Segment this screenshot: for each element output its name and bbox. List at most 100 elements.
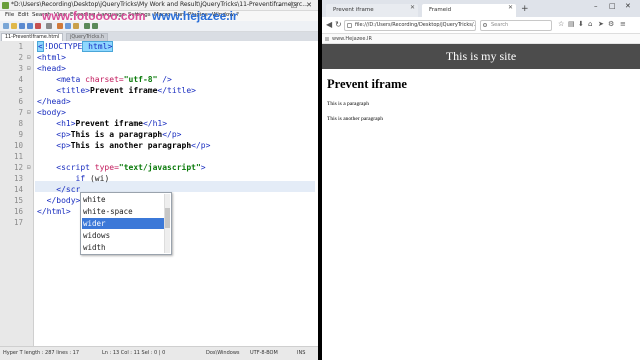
line-number: 16 xyxy=(13,207,23,216)
bookmark-hejazee[interactable]: www.Hejazee.IR xyxy=(332,36,372,42)
code-line: <head> xyxy=(37,64,66,73)
code-line: <script type="text/javascript"> xyxy=(56,163,206,172)
page-heading: Prevent iframe xyxy=(327,77,407,91)
code-line: <p>This is a paragraph</p> xyxy=(56,130,182,139)
status-length: Hyper T length : 287 lines : 17 xyxy=(3,350,80,356)
new-file-icon[interactable] xyxy=(3,23,9,29)
maximize-icon[interactable]: □ xyxy=(609,2,616,10)
editor-window: *D:\Users\Recording\Desktop\jQueryTricks… xyxy=(0,0,318,360)
code-area[interactable]: <!DOCTYPE html> <html> <head> <meta char… xyxy=(35,41,318,346)
fold-marker-icon[interactable]: ⊟ xyxy=(27,109,31,116)
code-line: <meta charset="utf-8" /> xyxy=(56,75,172,84)
autocomplete-list[interactable]: white white-space wider widows width xyxy=(80,192,172,255)
editor-title: *D:\Users\Recording\Desktop\jQueryTricks… xyxy=(11,1,308,8)
download-icon[interactable]: ⬇ xyxy=(578,20,584,28)
browser-tab-frameid[interactable]: Frameid xyxy=(422,4,516,17)
watermark-text: www.fotoooo.com xyxy=(42,9,146,23)
editor-tab-bar: 11-PreventIframe.html jQueryTricks.h xyxy=(0,32,318,41)
line-number: 7 xyxy=(18,108,23,117)
site-banner: This is my site xyxy=(322,44,640,69)
browser-tab-strip: Prevent iframe ✕ Frameid ✕ + – □ ✕ xyxy=(322,0,640,17)
copy-icon[interactable] xyxy=(65,23,71,29)
code-line: <title>Prevent iframe</title> xyxy=(56,86,196,95)
tab-prevent-iframe[interactable]: 11-PreventIframe.html xyxy=(1,33,64,41)
menu-icon[interactable]: ≡ xyxy=(620,20,626,28)
browser-nav-bar: ◀ ↻ file:///D:/Users/Recording/Desktop/j… xyxy=(322,17,640,34)
minimize-icon[interactable]: – xyxy=(594,2,598,10)
redo-icon[interactable] xyxy=(92,23,98,29)
code-line: if (wi) xyxy=(75,174,110,183)
minimize-button[interactable]: – xyxy=(272,0,286,11)
line-number: 2 xyxy=(18,53,23,62)
site-banner-text: This is my site xyxy=(445,49,517,63)
line-number: 3 xyxy=(18,64,23,73)
status-eol: Dos\Windows xyxy=(206,350,240,356)
close-button[interactable]: ✕ xyxy=(302,0,316,11)
line-number: 12 xyxy=(13,163,23,172)
line-number: 15 xyxy=(13,196,23,205)
print-icon[interactable] xyxy=(46,23,52,29)
cut-icon[interactable] xyxy=(57,23,63,29)
autocomplete-item-selected[interactable]: wider xyxy=(82,218,164,229)
line-number: 4 xyxy=(18,75,23,84)
line-number: 11 xyxy=(13,152,23,161)
autocomplete-item[interactable]: white-space xyxy=(82,206,164,217)
save-icon[interactable] xyxy=(19,23,25,29)
address-bar[interactable]: file:///D:/Users/Recording/Desktop/jQuer… xyxy=(344,20,476,31)
bookmarks-bar: www.Hejazee.IR xyxy=(322,34,640,44)
page-content: This is my site Prevent iframe This is a… xyxy=(322,44,640,360)
line-number: 6 xyxy=(18,97,23,106)
status-encoding: UTF-8-BOM xyxy=(250,350,278,356)
line-number: 8 xyxy=(18,119,23,128)
code-line: <html> xyxy=(37,53,66,62)
fold-marker-icon[interactable]: ⊟ xyxy=(27,164,31,171)
autocomplete-scrollbar[interactable] xyxy=(164,194,170,253)
close-tab-icon[interactable]: ✕ xyxy=(508,4,513,11)
autocomplete-item[interactable]: width xyxy=(82,242,164,253)
line-number: 14 xyxy=(13,185,23,194)
bookmarks-icon[interactable]: ▤ xyxy=(568,20,575,28)
line-number: 13 xyxy=(13,174,23,183)
editor-status-bar: Hyper T length : 287 lines : 17 Ln : 13 … xyxy=(0,346,318,360)
star-icon[interactable]: ☆ xyxy=(558,20,564,28)
save-all-icon[interactable] xyxy=(27,23,33,29)
tab-jquery-tricks[interactable]: jQueryTricks.h xyxy=(66,33,108,41)
code-line: </html> xyxy=(37,207,71,216)
autocomplete-item[interactable]: widows xyxy=(82,230,164,241)
line-number: 9 xyxy=(18,130,23,139)
reload-icon[interactable]: ↻ xyxy=(335,20,342,29)
fold-marker-icon[interactable]: ⊟ xyxy=(27,65,31,72)
close-tab-icon[interactable]: ✕ xyxy=(410,4,415,11)
code-line: <p>This is another paragraph</p> xyxy=(56,141,211,150)
browser-tab-prevent-iframe[interactable]: Prevent iframe xyxy=(326,4,418,17)
line-number: 5 xyxy=(18,86,23,95)
scrollbar-thumb[interactable] xyxy=(165,208,170,228)
status-position: Ln : 13 Col : 11 Sel : 0 | 0 xyxy=(102,350,166,356)
close-icon[interactable]: ✕ xyxy=(625,2,631,10)
notepad-app-icon xyxy=(2,2,9,9)
paste-icon[interactable] xyxy=(73,23,79,29)
maximize-button[interactable]: □ xyxy=(287,0,301,11)
menu-edit[interactable]: Edit xyxy=(18,12,29,18)
line-number: 17 xyxy=(13,218,23,227)
search-input[interactable]: Search xyxy=(480,20,552,31)
code-line: <!DOCTYPE html> xyxy=(37,41,114,52)
page-paragraph: This is a paragraph xyxy=(327,101,369,107)
close-file-icon[interactable] xyxy=(35,23,41,29)
extension-icon[interactable]: ⚙ xyxy=(608,20,614,28)
watermark-text: www.hejazee.ir xyxy=(152,9,238,23)
status-insert-mode: INS xyxy=(297,350,306,356)
undo-icon[interactable] xyxy=(84,23,90,29)
open-file-icon[interactable] xyxy=(11,23,17,29)
line-number: 10 xyxy=(13,141,23,150)
home-icon[interactable]: ⌂ xyxy=(588,20,592,28)
menu-file[interactable]: File xyxy=(5,12,14,18)
share-icon[interactable]: ➤ xyxy=(598,20,604,28)
new-tab-button[interactable]: + xyxy=(521,4,529,14)
fold-marker-icon[interactable]: ⊟ xyxy=(27,54,31,61)
search-icon xyxy=(483,23,487,27)
page-info-icon[interactable] xyxy=(347,23,352,28)
autocomplete-item[interactable]: white xyxy=(82,194,164,205)
code-line: </head> xyxy=(37,97,71,106)
back-icon[interactable]: ◀ xyxy=(326,20,332,29)
